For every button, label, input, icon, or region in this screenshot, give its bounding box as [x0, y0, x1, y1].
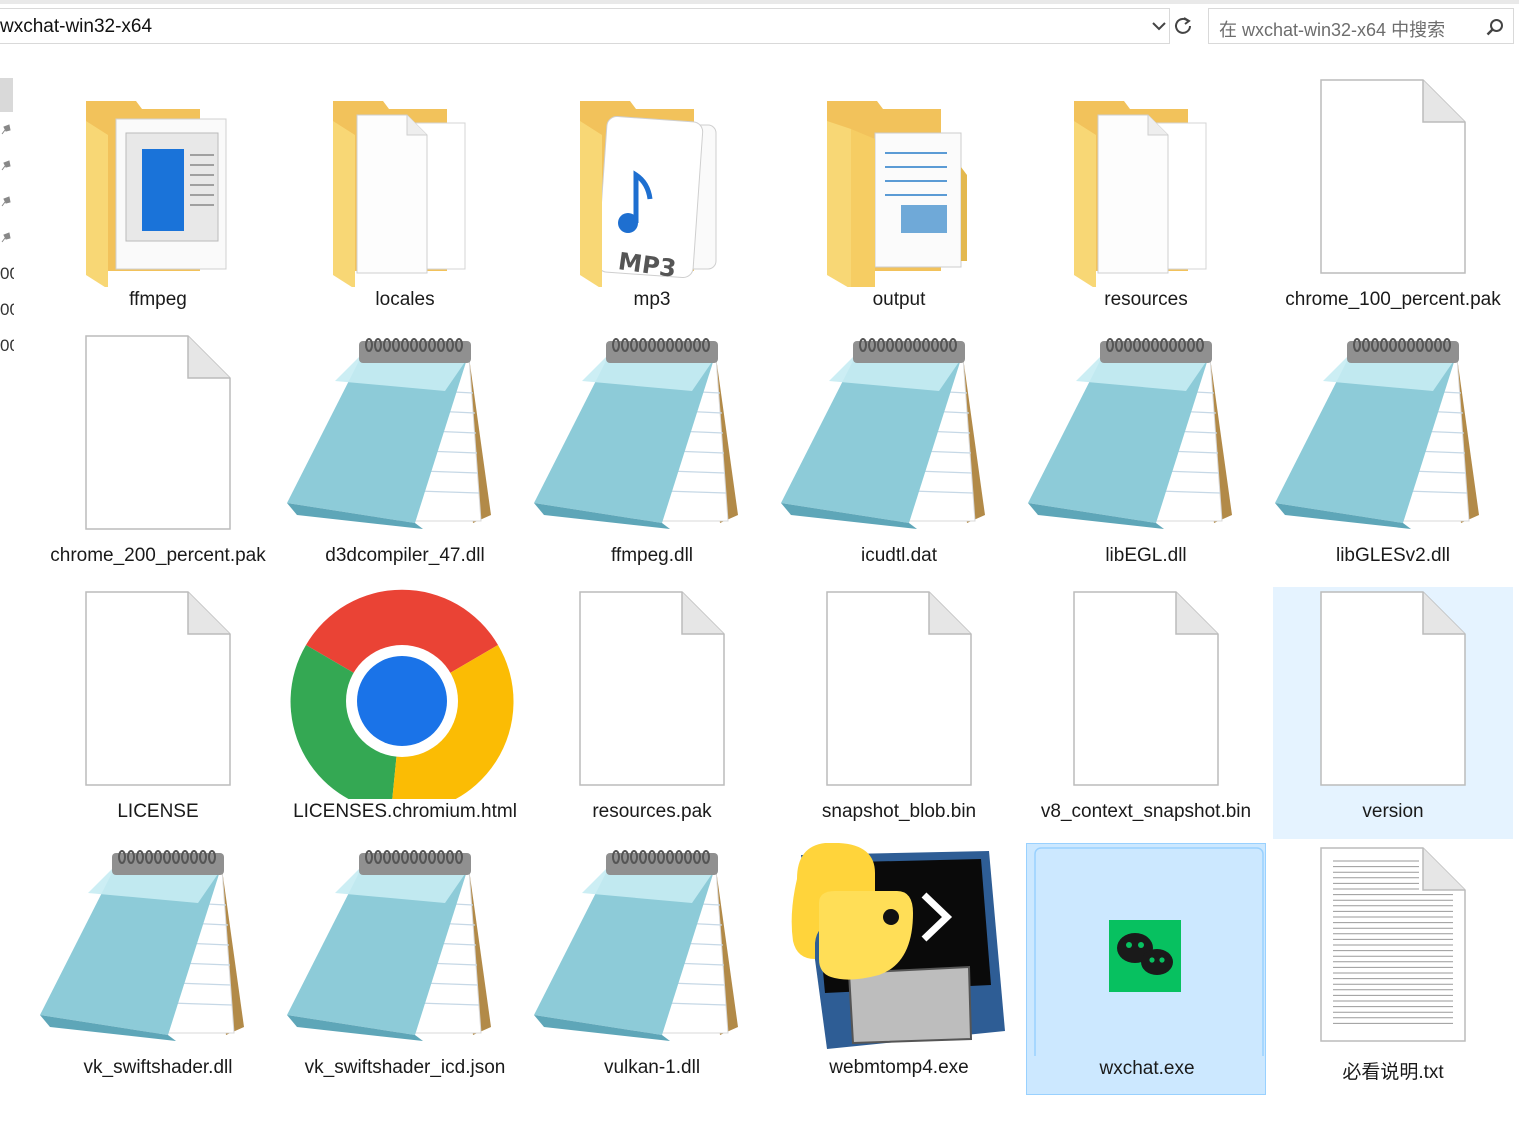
chrome-icon — [285, 587, 525, 799]
file-item[interactable]: vulkan-1.dll — [532, 843, 772, 1095]
file-item[interactable]: webmtomp4.exe — [779, 843, 1019, 1095]
file-item[interactable]: version — [1273, 587, 1513, 839]
item-label: output — [872, 289, 926, 310]
chevron-down-icon[interactable] — [1148, 15, 1170, 37]
blank-file-icon — [532, 587, 772, 799]
blank-file-icon — [38, 587, 278, 799]
file-item[interactable]: vk_swiftshader.dll — [38, 843, 278, 1095]
folder-files-icon — [1026, 75, 1266, 287]
item-label: chrome_100_percent.pak — [1285, 289, 1501, 310]
item-label: LICENSES.chromium.html — [293, 801, 517, 822]
folder-mp3-icon: MP3 — [532, 75, 772, 287]
folder-item[interactable]: output — [779, 75, 1019, 327]
notepad-icon — [532, 331, 772, 543]
navigation-pane: 00 00 00 — [0, 52, 16, 1123]
notepad-icon — [1273, 331, 1513, 543]
notepad-icon — [285, 843, 525, 1055]
blank-file-icon — [779, 587, 1019, 799]
address-bar[interactable]: wxchat-win32-x64 — [0, 8, 1191, 44]
pin-icon — [1, 160, 11, 171]
notepad-icon — [285, 331, 525, 543]
file-item[interactable]: d3dcompiler_47.dll — [285, 331, 525, 583]
blank-file-icon — [1273, 587, 1513, 799]
python-launcher-icon — [779, 843, 1019, 1055]
blank-file-icon — [1273, 75, 1513, 287]
item-label: d3dcompiler_47.dll — [325, 545, 485, 566]
folder-item[interactable]: MP3 mp3 — [532, 75, 772, 327]
file-item[interactable]: 必看说明.txt — [1273, 843, 1513, 1095]
item-label: v8_context_snapshot.bin — [1040, 801, 1252, 822]
notepad-icon — [532, 843, 772, 1055]
file-item[interactable]: chrome_200_percent.pak — [38, 331, 278, 583]
file-item[interactable]: LICENSES.chromium.html — [285, 587, 525, 839]
file-item[interactable]: v8_context_snapshot.bin — [1026, 587, 1266, 839]
file-item[interactable]: snapshot_blob.bin — [779, 587, 1019, 839]
item-label: vk_swiftshader.dll — [83, 1057, 233, 1078]
item-label: LICENSE — [117, 801, 199, 822]
item-label: mp3 — [633, 289, 671, 310]
wechat-icon — [1027, 844, 1267, 1056]
pin-icon — [1, 196, 11, 207]
notepad-icon — [779, 331, 1019, 543]
item-label: libEGL.dll — [1105, 545, 1187, 566]
pin-icon — [1, 232, 11, 243]
search-box[interactable]: 在 wxchat-win32-x64 中搜索 — [1208, 8, 1514, 44]
notepad-icon — [38, 843, 278, 1055]
address-path[interactable]: wxchat-win32-x64 — [0, 16, 152, 38]
file-item[interactable]: ffmpeg.dll — [532, 331, 772, 583]
blank-file-icon — [38, 331, 278, 543]
file-item[interactable]: chrome_100_percent.pak — [1273, 75, 1513, 327]
text-file-icon — [1273, 843, 1513, 1055]
file-item[interactable]: LICENSE — [38, 587, 278, 839]
file-item[interactable]: wxchat.exe — [1026, 843, 1266, 1095]
item-label: vk_swiftshader_icd.json — [304, 1057, 506, 1078]
search-icon[interactable] — [1485, 17, 1505, 37]
file-item[interactable]: vk_swiftshader_icd.json — [285, 843, 525, 1095]
folder-item[interactable]: ffmpeg — [38, 75, 278, 327]
item-label: locales — [375, 289, 435, 310]
item-label: ffmpeg.dll — [610, 545, 694, 566]
file-item[interactable]: icudtl.dat — [779, 331, 1019, 583]
item-label: vulkan-1.dll — [603, 1057, 701, 1078]
nav-selected-item[interactable] — [0, 78, 13, 112]
item-label: chrome_200_percent.pak — [50, 545, 266, 566]
notepad-icon — [1026, 331, 1266, 543]
nav-item-label[interactable]: 00 — [0, 300, 14, 320]
file-item[interactable]: libEGL.dll — [1026, 331, 1266, 583]
item-label: libGLESv2.dll — [1335, 545, 1451, 566]
item-label: ffmpeg — [129, 289, 187, 310]
file-item[interactable]: resources.pak — [532, 587, 772, 839]
item-label: version — [1362, 801, 1424, 822]
item-label: resources.pak — [592, 801, 712, 822]
item-label: wxchat.exe — [1099, 1058, 1195, 1079]
nav-item-label[interactable]: 00 — [0, 336, 14, 356]
item-label: webmtomp4.exe — [829, 1057, 969, 1078]
file-item[interactable]: libGLESv2.dll — [1273, 331, 1513, 583]
nav-item-label[interactable]: 00 — [0, 264, 14, 284]
folder-preview-document-icon — [38, 75, 278, 287]
item-label: icudtl.dat — [860, 545, 938, 566]
item-label: 必看说明.txt — [1342, 1062, 1444, 1083]
search-placeholder: 在 wxchat-win32-x64 中搜索 — [1219, 20, 1446, 40]
folder-item[interactable]: locales — [285, 75, 525, 327]
blank-file-icon — [1026, 587, 1266, 799]
item-label: resources — [1104, 289, 1188, 310]
item-label: snapshot_blob.bin — [821, 801, 977, 822]
folder-documents-icon — [779, 75, 1019, 287]
window-top-edge — [0, 0, 1519, 4]
folder-files-icon — [285, 75, 525, 287]
refresh-icon[interactable] — [1172, 15, 1194, 37]
folder-item[interactable]: resources — [1026, 75, 1266, 327]
pin-icon — [1, 124, 11, 135]
